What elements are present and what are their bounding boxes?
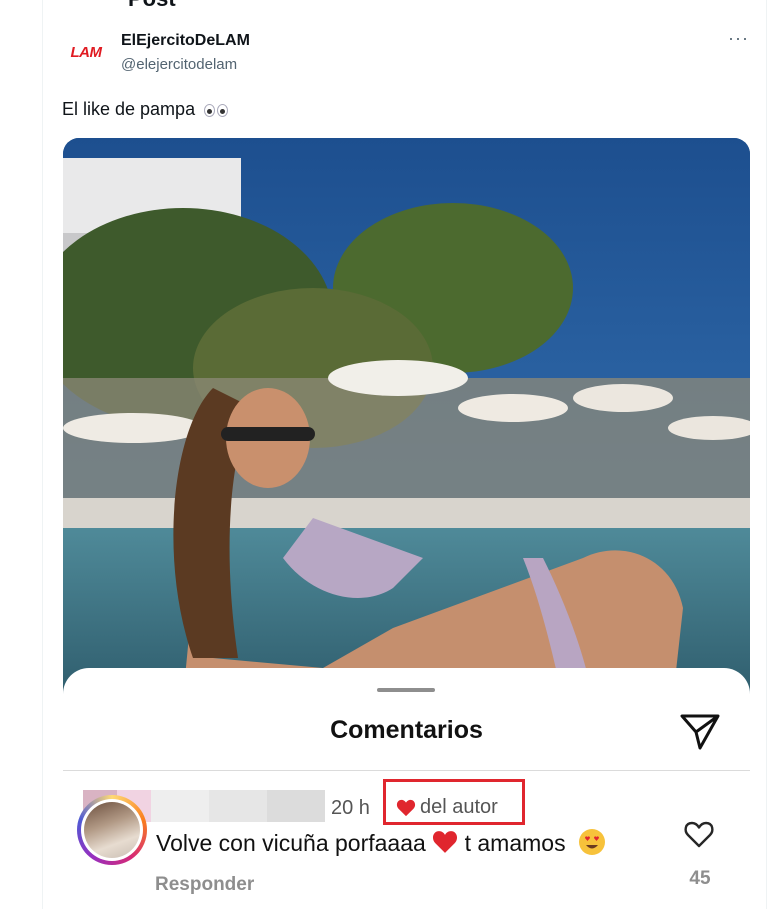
paper-plane-icon[interactable] (678, 712, 722, 752)
author-name[interactable]: ElEjercitoDeLAM (121, 32, 250, 50)
heart-icon (396, 799, 416, 816)
beach-photo (63, 138, 750, 698)
comment-time: 20 h (331, 797, 370, 819)
like-count: 45 (689, 868, 711, 889)
sheet-divider (63, 770, 750, 771)
heart-eyes-emoji-icon (578, 829, 605, 855)
commenter-avatar[interactable] (77, 795, 147, 865)
tweet-text: El like de pampa (62, 99, 229, 120)
comments-sheet: Comentarios 20 h del autor Volve con vic… (63, 668, 750, 909)
author-like-badge: del autor (396, 796, 498, 819)
tweet-text-content: El like de pampa (62, 99, 196, 119)
comment-text-part2: t amamos (464, 830, 572, 856)
timeline-border-left (42, 0, 43, 909)
comment-text-part1: Volve con vicuña porfaaaa (156, 830, 426, 856)
eyes-icon (204, 103, 229, 117)
author-avatar[interactable]: LAM (64, 30, 108, 74)
red-heart-emoji-icon (433, 831, 458, 853)
comments-title: Comentarios (330, 716, 483, 744)
reply-button[interactable]: Responder (155, 874, 254, 896)
page-header-title: Post (128, 0, 176, 12)
author-like-label: del autor (420, 796, 498, 818)
more-options-button[interactable]: ··· (728, 28, 749, 49)
author-handle[interactable]: @elejercitodelam (121, 56, 237, 73)
comment-text: Volve con vicuña porfaaaa t amamos (156, 828, 606, 857)
like-heart-icon[interactable] (683, 819, 715, 849)
sheet-grabber[interactable] (377, 688, 435, 692)
lam-logo: LAM (70, 43, 103, 61)
